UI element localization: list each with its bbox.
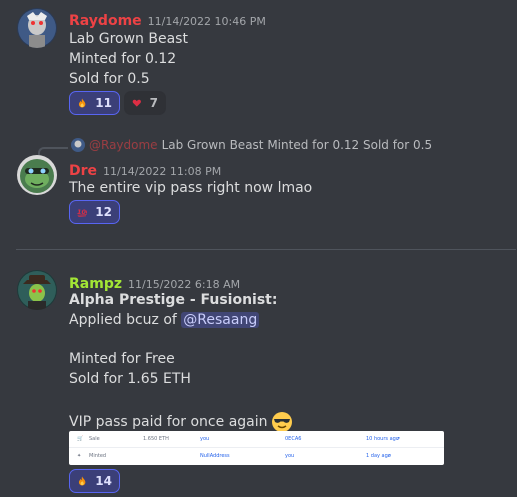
transaction-history-image[interactable]: 🛒 Sale 1.650 ETH you 0ECA6 10 hours ago … — [69, 431, 444, 465]
reaction-fire[interactable]: 11 — [69, 91, 120, 115]
avatar[interactable] — [17, 155, 57, 195]
reaction-count: 12 — [95, 205, 112, 219]
message-line: Sold for 0.5 — [69, 71, 150, 87]
applied-text: Applied bcuz of — [69, 312, 177, 328]
fire-icon — [78, 476, 86, 486]
reaction-hundred[interactable]: 100 12 — [69, 200, 120, 224]
external-link-icon: ↗ — [396, 436, 401, 442]
reaction-count: 11 — [95, 96, 112, 110]
message-line: VIP pass paid for once again — [69, 411, 293, 433]
external-link-icon: ↗ — [387, 453, 392, 459]
price-cell: 1.650 ETH — [143, 436, 169, 442]
sparkle-icon: ✦ — [77, 453, 82, 459]
user-mention[interactable]: @Resaang — [181, 312, 260, 328]
heart-icon — [132, 99, 141, 107]
from-cell: NullAddress — [200, 453, 230, 459]
message-line: Applied bcuz of @Resaang — [69, 312, 260, 328]
vip-text: VIP pass paid for once again — [69, 414, 268, 430]
message-line: Lab Grown Beast — [69, 31, 188, 47]
timestamp: 11/14/2022 10:46 PM — [147, 15, 266, 28]
reply-avatar — [71, 138, 85, 152]
reaction-fire[interactable]: 14 — [69, 469, 120, 493]
message-title: Alpha Prestige - Fusionist: — [69, 292, 278, 308]
message-line: Sold for 1.65 ETH — [69, 371, 191, 387]
timestamp: 11/14/2022 11:08 PM — [103, 165, 222, 178]
sunglasses-emoji-icon — [271, 412, 292, 432]
table-row: 🛒 Sale 1.650 ETH you 0ECA6 10 hours ago … — [69, 431, 444, 448]
message-line: Minted for 0.12 — [69, 51, 177, 67]
message-line: Minted for Free — [69, 351, 175, 367]
hundred-icon: 100 — [77, 208, 87, 217]
timestamp: 11/15/2022 6:18 AM — [128, 278, 241, 291]
to-cell: 0ECA6 — [285, 436, 302, 442]
avatar[interactable] — [17, 270, 57, 310]
username[interactable]: Dre — [69, 163, 97, 179]
time-cell: 10 hours ago — [366, 436, 399, 442]
table-row: ✦ Minted NullAddress you 1 day ago ↗ — [69, 448, 444, 465]
username[interactable]: Raydome — [69, 13, 142, 29]
to-cell: you — [285, 453, 295, 459]
event-cell: Minted — [89, 453, 107, 459]
reply-text[interactable]: Lab Grown Beast Minted for 0.12 Sold for… — [162, 138, 433, 152]
reply-author[interactable]: @Raydome — [89, 138, 158, 152]
reply-reference[interactable]: @Raydome Lab Grown Beast Minted for 0.12… — [71, 138, 432, 152]
username[interactable]: Rampz — [69, 276, 122, 292]
reaction-count: 7 — [149, 96, 158, 110]
message-line: The entire vip pass right now lmao — [69, 180, 313, 196]
reaction-count: 14 — [95, 474, 112, 488]
cart-icon: 🛒 — [77, 436, 84, 442]
reaction-heart[interactable]: 7 — [124, 91, 166, 115]
message-divider — [16, 249, 516, 250]
avatar[interactable] — [17, 8, 57, 48]
from-cell: you — [200, 436, 210, 442]
fire-icon — [78, 98, 86, 108]
event-cell: Sale — [89, 436, 100, 442]
